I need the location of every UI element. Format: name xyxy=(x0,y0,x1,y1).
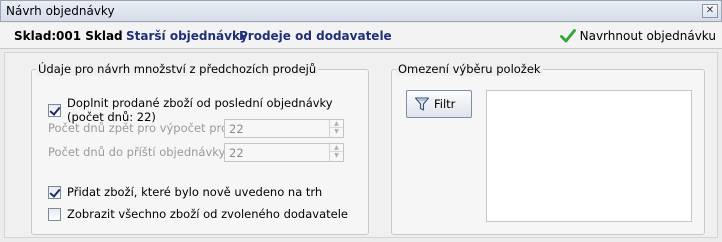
spin-up-icon[interactable]: ▲ xyxy=(330,144,343,152)
funnel-icon xyxy=(414,97,430,111)
sales-data-legend: Údaje pro návrh množství z předchozích p… xyxy=(36,62,319,76)
spin-down-icon[interactable]: ▼ xyxy=(330,152,343,160)
spin-down-icon[interactable]: ▼ xyxy=(330,128,343,136)
window-titlebar: Návrh objednávky ✕ xyxy=(0,0,722,22)
window-title: Návrh objednávky xyxy=(6,4,115,18)
item-filter-legend: Omezení výběru položek xyxy=(396,62,543,76)
days-next-value: 22 xyxy=(229,146,244,160)
toolbar: Sklad: 001 Sklad Starší objednávky Prode… xyxy=(0,23,722,49)
show-all-label: Zobrazit všechno zboží od zvoleného doda… xyxy=(67,207,348,221)
supplier-sales-link[interactable]: Prodeje od dodavatele xyxy=(239,29,392,43)
show-all-checkbox[interactable] xyxy=(48,207,61,221)
days-back-spinner[interactable]: 22 ▲ ▼ xyxy=(224,119,344,138)
filter-label: Filtr xyxy=(434,97,456,111)
days-back-label: Počet dnů zpět pro výpočet prodejů xyxy=(48,121,253,135)
add-new-label: Přidat zboží, které bylo nově uvedeno na… xyxy=(67,185,323,199)
sales-data-group: Údaje pro návrh množství z předchozích p… xyxy=(31,62,369,235)
close-button[interactable]: ✕ xyxy=(702,4,718,18)
content-panel: Údaje pro návrh množství z předchozích p… xyxy=(4,52,718,238)
suggest-order-button[interactable]: Navrhnout objednávku xyxy=(559,27,716,45)
days-next-arrows[interactable]: ▲ ▼ xyxy=(329,144,343,161)
filter-button[interactable]: Filtr xyxy=(406,90,472,118)
filter-list[interactable] xyxy=(486,90,692,222)
sklad-label: Sklad: xyxy=(14,29,57,43)
add-new-checkbox[interactable] xyxy=(48,185,61,199)
days-back-arrows[interactable]: ▲ ▼ xyxy=(329,120,343,137)
suggest-order-label: Navrhnout objednávku xyxy=(579,29,716,43)
item-filter-group: Omezení výběru položek Filtr xyxy=(391,62,705,235)
sklad-value: 001 Sklad xyxy=(56,29,123,43)
days-next-spinner[interactable]: 22 ▲ ▼ xyxy=(224,143,344,162)
days-back-value: 22 xyxy=(229,122,244,136)
add-new-option[interactable]: Přidat zboží, které bylo nově uvedeno na… xyxy=(48,185,322,199)
spin-up-icon[interactable]: ▲ xyxy=(330,120,343,128)
show-all-option[interactable]: Zobrazit všechno zboží od zvoleného doda… xyxy=(48,207,348,221)
check-icon xyxy=(559,29,576,43)
add-sold-checkbox[interactable] xyxy=(48,103,61,117)
days-next-label: Počet dnů do příští objednávky xyxy=(48,145,226,159)
older-orders-link[interactable]: Starší objednávky xyxy=(126,29,248,43)
